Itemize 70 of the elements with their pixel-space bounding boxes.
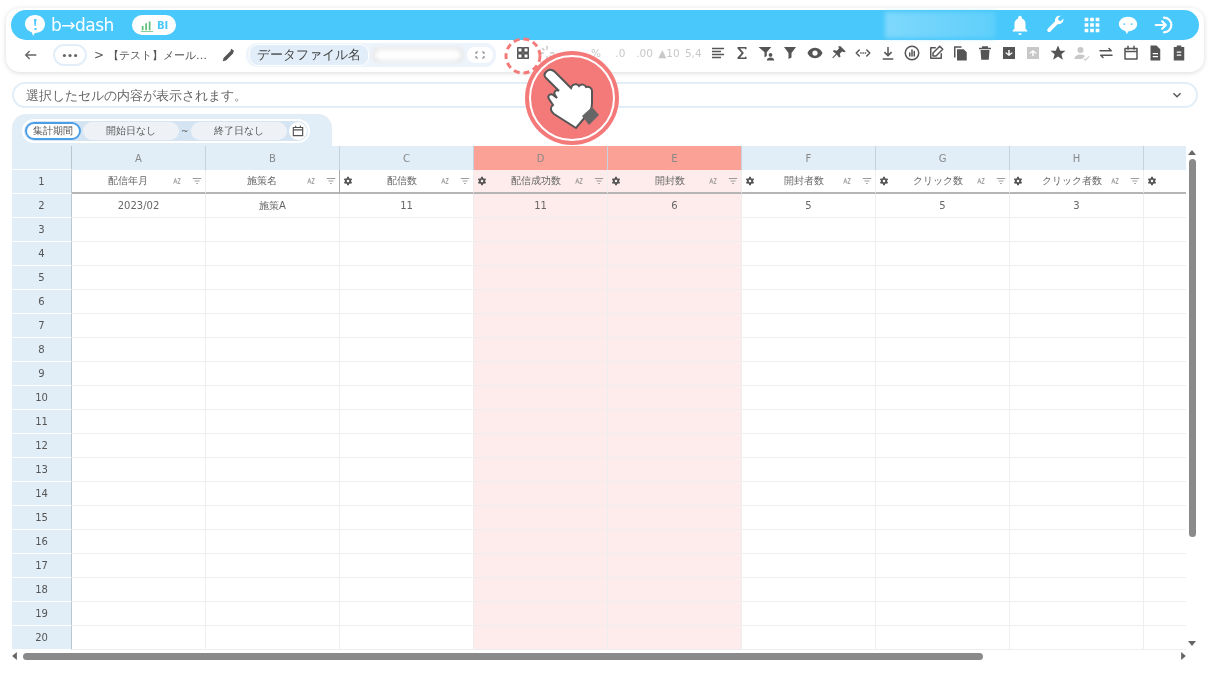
row-number[interactable]: 4	[12, 242, 72, 266]
settings-icon[interactable]	[879, 176, 889, 186]
more-button[interactable]	[53, 44, 87, 66]
star-icon[interactable]	[1048, 44, 1067, 62]
row-number[interactable]: 14	[12, 482, 72, 506]
field-name: 施策名	[245, 174, 278, 188]
row-number[interactable]: 8	[12, 338, 72, 362]
table-cell: 5	[742, 194, 876, 218]
settings-icon[interactable]	[477, 176, 487, 186]
field-name: 配信成功数	[509, 174, 562, 188]
breadcrumb-separator: >	[94, 48, 105, 62]
settings-icon[interactable]	[745, 176, 755, 186]
calendar-button[interactable]	[288, 122, 307, 140]
settings-icon[interactable]	[343, 176, 353, 186]
copy-icon[interactable]	[951, 44, 970, 62]
row-number[interactable]: 10	[12, 386, 72, 410]
table-cell: 5	[876, 194, 1010, 218]
row-number[interactable]: 17	[12, 554, 72, 578]
row-number[interactable]: 11	[12, 410, 72, 434]
settings-icon[interactable]	[1147, 176, 1157, 186]
start-date-field[interactable]: 開始日なし	[83, 122, 179, 140]
row-number[interactable]: 20	[12, 626, 72, 650]
calendar-icon[interactable]	[1121, 44, 1140, 62]
scroll-down-icon[interactable]	[1188, 641, 1196, 646]
period-button[interactable]: 集計期間	[25, 122, 81, 140]
field-name: クリック数	[911, 174, 964, 188]
row-number[interactable]: 18	[12, 578, 72, 602]
row-number[interactable]: 15	[12, 506, 72, 530]
cell-content-field[interactable]: 選択したセルの内容が表示されます。	[12, 82, 1198, 108]
table-cell: 3	[1010, 194, 1144, 218]
row-number[interactable]: 7	[12, 314, 72, 338]
field-name: 配信数	[385, 174, 418, 188]
table-cell: 施策A	[206, 194, 340, 218]
file-name-label: データファイル名	[249, 44, 370, 66]
row-number[interactable]: 16	[12, 530, 72, 554]
row-number[interactable]: 13	[12, 458, 72, 482]
end-date-field[interactable]: 終了日なし	[190, 122, 287, 140]
row-number[interactable]: 19	[12, 602, 72, 626]
chart-icon[interactable]	[902, 44, 921, 62]
table-cell: 11	[474, 194, 608, 218]
bi-label: BI	[156, 19, 169, 31]
calendar-icon	[290, 124, 305, 138]
row-number[interactable]: 6	[12, 290, 72, 314]
table-cell: 6	[608, 194, 742, 218]
field-name: 配信年月	[106, 174, 149, 188]
row-number[interactable]: 5	[12, 266, 72, 290]
row-number[interactable]: 3	[12, 218, 72, 242]
more-icon	[62, 52, 78, 58]
logo-text: b→dash	[51, 15, 114, 35]
highlight-circle	[503, 36, 543, 76]
table-cell: 2023/02	[72, 194, 206, 218]
edit-icon[interactable]	[927, 44, 946, 62]
row-number[interactable]: 9	[12, 362, 72, 386]
row-number[interactable]: 1	[12, 170, 72, 194]
field-name: クリック者数	[1040, 174, 1103, 188]
scroll-up-icon[interactable]	[1188, 150, 1196, 155]
settings-icon[interactable]	[1013, 176, 1023, 186]
logo-icon	[23, 13, 47, 37]
date-range-separator: ~	[181, 126, 189, 136]
pencil-icon[interactable]	[221, 47, 237, 63]
row-number[interactable]: 12	[12, 434, 72, 458]
settings-icon[interactable]	[611, 176, 621, 186]
breadcrumb-title[interactable]: 【テスト】メール…	[108, 47, 208, 63]
scroll-right-icon[interactable]	[1181, 652, 1186, 660]
scroll-left-icon[interactable]	[12, 652, 17, 660]
funnel-person-icon[interactable]	[757, 44, 776, 62]
row-number[interactable]: 2	[12, 194, 72, 218]
file-name-field[interactable]: データファイル名	[246, 43, 497, 67]
field-name: 開封者数	[782, 174, 825, 188]
field-name: 開封数	[653, 174, 686, 188]
